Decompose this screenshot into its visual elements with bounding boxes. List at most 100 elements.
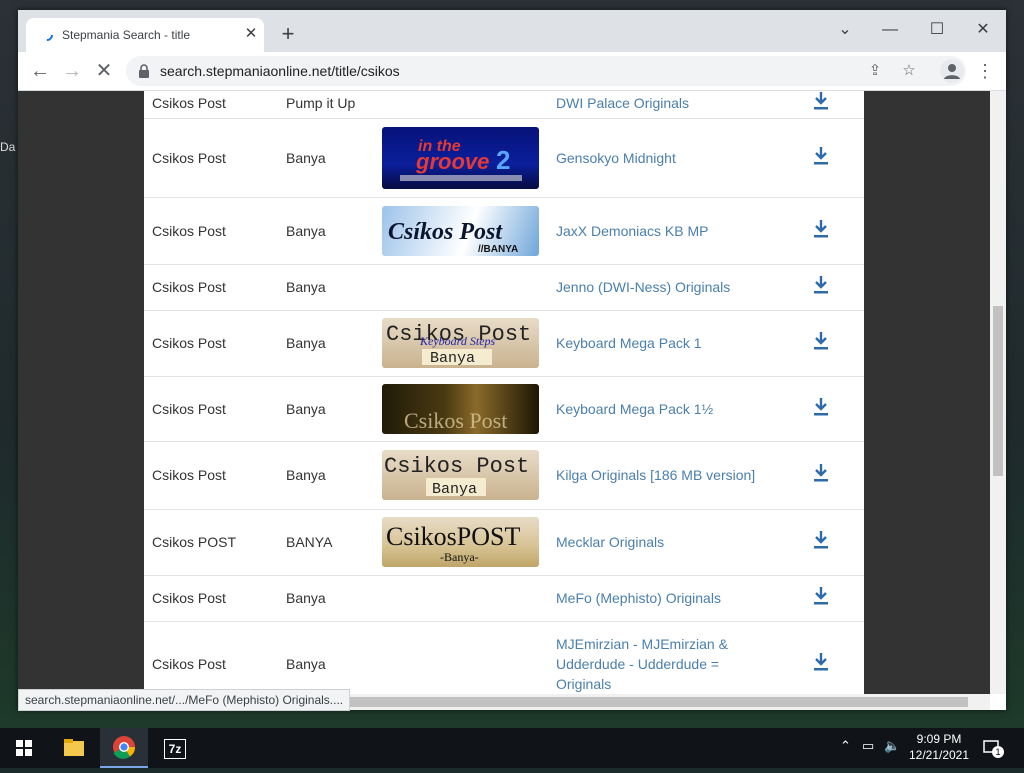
song-artist: Banya [286, 222, 326, 239]
song-title: Csikos Post [152, 467, 226, 483]
svg-text:groove: groove [415, 149, 489, 174]
title-bar: Stepmania Search - title ✕ + ⌄ — ☐ ✕ [18, 10, 1006, 52]
song-title: Csikos Post [152, 590, 226, 606]
pack-link[interactable]: MeFo (Mephisto) Originals [556, 588, 756, 608]
svg-text:Csíkos Post: Csíkos Post [388, 219, 503, 245]
song-banner-image: CsikosPOST -Banya- [382, 517, 539, 567]
notification-count-badge: 1 [992, 746, 1004, 758]
table-row: Csikos Post Banya Csikos Post Banya Kilga Or… [144, 441, 864, 510]
song-artist: Pump it Up [286, 94, 356, 111]
pack-link[interactable]: Mecklar Originals [556, 532, 756, 552]
close-tab-icon[interactable]: ✕ [241, 24, 261, 44]
page-viewport: Csikos Post Pump it Up DWI Palace Original… [18, 91, 990, 694]
song-title: Csikos Post [152, 94, 226, 111]
download-icon[interactable] [812, 331, 830, 351]
back-button[interactable]: ← [28, 59, 52, 83]
file-explorer-button[interactable] [50, 728, 98, 768]
horizontal-scroll-thumb[interactable] [348, 697, 968, 707]
results-table: Csikos Post Pump it Up DWI Palace Original… [144, 91, 864, 694]
song-title: Csikos Post [152, 400, 226, 417]
pack-link[interactable]: MJEmirzian - MJEmirzian & Udderdude - Ud… [556, 634, 756, 694]
close-window-button[interactable]: ✕ [968, 18, 998, 42]
browser-window: Stepmania Search - title ✕ + ⌄ — ☐ ✕ ← →… [18, 10, 1006, 711]
network-icon[interactable]: ▭ [862, 738, 874, 754]
download-icon[interactable] [812, 530, 830, 550]
table-row: Csikos Post Pump it Up DWI Palace Original… [144, 91, 864, 119]
pack-link[interactable]: JaxX Demoniacs KB MP [556, 221, 756, 241]
table-row: Csikos Post Banya MJEmirzian - MJEmirzian … [144, 621, 864, 694]
folder-icon [64, 739, 84, 756]
song-artist: Banya [286, 335, 326, 351]
download-icon[interactable] [812, 146, 830, 166]
person-icon [944, 64, 960, 79]
bookmark-star-icon[interactable]: ☆ [898, 60, 920, 82]
svg-text:Csikos Post: Csikos Post [384, 454, 529, 479]
svg-text:2: 2 [496, 145, 510, 175]
download-icon[interactable] [812, 397, 830, 417]
address-bar[interactable]: search.stepmaniaonline.net/title/csikos … [126, 56, 966, 86]
desktop-icon-label[interactable]: Da [0, 140, 18, 154]
svg-text:CsikosPOST: CsikosPOST [386, 522, 520, 551]
tab-search-icon[interactable]: ⌄ [830, 18, 860, 42]
song-banner-image: Csikos Post Keyboard Steps Banya [382, 318, 539, 368]
svg-text:Banya: Banya [432, 481, 477, 498]
download-icon[interactable] [812, 91, 830, 111]
table-row: Csikos Post Banya Csikos Post Keyboard Mega… [144, 376, 864, 442]
download-icon[interactable] [812, 652, 830, 672]
share-icon[interactable]: ⇪ [864, 60, 886, 82]
table-row: Csikos Post Banya Jenno (DWI-Ness) Origina… [144, 264, 864, 311]
browser-tab[interactable]: Stepmania Search - title ✕ [26, 18, 264, 52]
lock-icon [139, 64, 149, 78]
download-icon[interactable] [812, 219, 830, 239]
song-banner-image: Csikos Post Banya [382, 450, 539, 500]
download-icon[interactable] [812, 275, 830, 295]
table-row: Csikos Post Banya Csikos Post Keyboard Step… [144, 310, 864, 377]
song-artist: Banya [286, 400, 326, 417]
volume-muted-icon[interactable]: 🔈 [884, 738, 900, 754]
chrome-taskbar-button[interactable] [100, 728, 148, 768]
pack-link[interactable]: Keyboard Mega Pack 1 [556, 333, 756, 353]
song-artist: BANYA [286, 534, 333, 550]
svg-text:-Banya-: -Banya- [440, 550, 479, 564]
song-artist: Banya [286, 279, 326, 295]
forward-button[interactable]: → [60, 59, 84, 83]
status-bubble: search.stepmaniaonline.net/.../MeFo (Mep… [18, 689, 351, 711]
svg-text:Keyboard Steps: Keyboard Steps [419, 334, 496, 348]
tab-title: Stepmania Search - title [62, 28, 191, 42]
maximize-button[interactable]: ☐ [922, 18, 952, 42]
vertical-scrollbar[interactable] [990, 91, 1006, 694]
table-row: Csikos POST BANYA CsikosPOST -Banya- Mecklar… [144, 509, 864, 576]
clock[interactable]: 9:09 PM 12/21/2021 [900, 731, 978, 763]
song-banner-image: Csíkos Post//BANYA [382, 205, 539, 256]
start-button[interactable] [0, 728, 48, 768]
stop-loading-button[interactable]: ✕ [92, 59, 116, 83]
clock-date: 12/21/2021 [908, 748, 970, 762]
table-row: Csikos Post Banya in the groove 2 Gensokyo Mi… [144, 118, 864, 198]
minimize-button[interactable]: — [875, 18, 905, 42]
song-title: Csikos Post [152, 149, 226, 166]
url-text[interactable]: search.stepmaniaonline.net/title/csikos [160, 63, 400, 79]
song-title: Csikos Post [152, 656, 226, 672]
profile-avatar[interactable] [940, 59, 964, 83]
song-title: Csikos Post [152, 335, 226, 351]
vertical-scroll-thumb[interactable] [993, 306, 1003, 476]
table-row: Csikos Post Banya Csíkos Post//BANYA JaxX D… [144, 197, 864, 265]
song-artist: Banya [286, 590, 326, 606]
pack-link[interactable]: DWI Palace Originals [556, 93, 756, 113]
song-title: Csikos POST [152, 534, 237, 550]
new-tab-button[interactable]: + [276, 23, 300, 48]
svg-text://BANYA: //BANYA [478, 244, 518, 255]
taskbar: 7z ⌃ ▭ 🔈 9:09 PM 12/21/2021 1 [0, 728, 1024, 768]
notification-center-button[interactable]: 1 [982, 738, 1004, 758]
download-icon[interactable] [812, 463, 830, 483]
download-icon[interactable] [812, 586, 830, 606]
pack-link[interactable]: Keyboard Mega Pack 1½ [556, 399, 756, 419]
pack-link[interactable]: Jenno (DWI-Ness) Originals [556, 277, 756, 297]
song-title: Csikos Post [152, 222, 226, 239]
chevron-up-icon[interactable]: ⌃ [840, 738, 851, 754]
browser-menu-button[interactable]: ⋮ [976, 59, 994, 83]
7zip-taskbar-button[interactable]: 7z [150, 728, 198, 768]
pack-link[interactable]: Kilga Originals [186 MB version] [556, 465, 756, 485]
pack-link[interactable]: Gensokyo Midnight [556, 148, 756, 168]
browser-toolbar: ← → ✕ search.stepmaniaonline.net/title/c… [18, 52, 1006, 91]
